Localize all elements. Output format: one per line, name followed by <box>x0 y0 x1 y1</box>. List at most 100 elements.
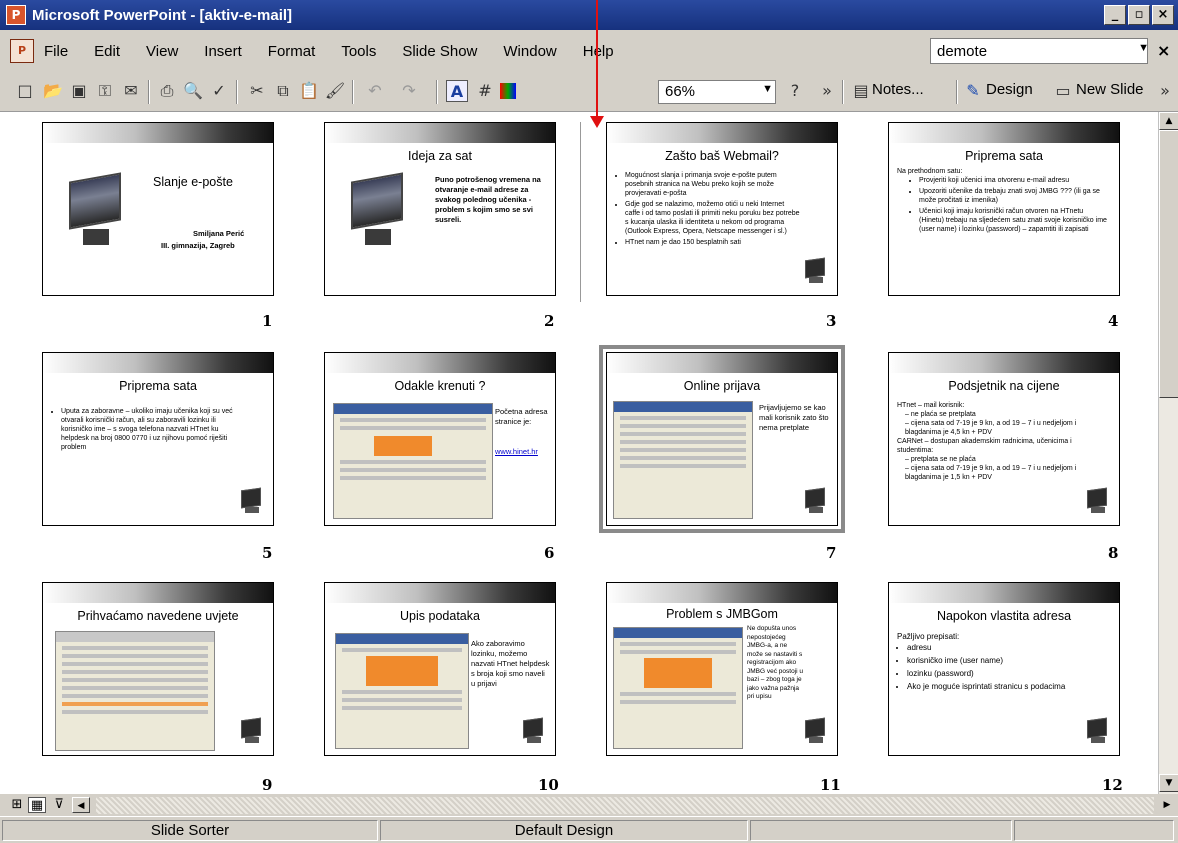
toolbar-overflow-icon[interactable]: » <box>816 80 838 102</box>
slide-number: 7 <box>826 544 837 562</box>
spelling-icon[interactable]: ✓ <box>208 80 230 102</box>
notes-button[interactable]: Notes... <box>872 81 924 98</box>
undo-icon[interactable]: ↶ <box>364 80 386 102</box>
slide-subbullet: – cijena sata od 7-19 je 9 kn, a od 19 –… <box>905 465 1077 481</box>
slide-link: www.hinet.hr <box>495 447 538 456</box>
close-document-button[interactable]: × <box>1157 41 1170 60</box>
toolbar-overflow-icon[interactable]: » <box>1154 80 1176 102</box>
slide-intro: Na prethodnom satu: <box>897 168 963 175</box>
slide-thumbnail-11[interactable]: Problem s JMBGom Ne dopušta unos neposto… <box>606 582 838 756</box>
slide-title: Online prijava <box>683 379 761 393</box>
grid-icon[interactable]: # <box>474 80 496 102</box>
print-preview-icon[interactable]: 🔍 <box>182 80 204 102</box>
slide-thumbnail-5[interactable]: Priprema sata Uputa za zaboravne – ukoli… <box>42 352 274 526</box>
maximize-button[interactable]: ▫ <box>1128 5 1150 25</box>
slide-title: Zašto baš Webmail? <box>665 149 779 163</box>
slide-title: Priprema sata <box>965 149 1043 163</box>
slide-number: 11 <box>820 776 841 794</box>
color-grayscale-icon[interactable] <box>500 83 516 99</box>
slide-thumbnail-10[interactable]: Upis podataka Ako zaboravimo lozinku, mo… <box>324 582 556 756</box>
new-slide-button[interactable]: New Slide <box>1076 81 1144 98</box>
menu-help[interactable]: Help <box>583 43 614 60</box>
cut-icon[interactable]: ✂ <box>246 80 268 102</box>
scroll-down-icon[interactable]: ▼ <box>1159 774 1178 792</box>
help-search-input[interactable]: demote ▼ <box>930 38 1149 64</box>
monitor-icon <box>523 717 545 745</box>
design-button[interactable]: Design <box>986 81 1033 98</box>
slide-subbullet: – ne plaća se pretplata <box>905 411 976 418</box>
scroll-left-icon[interactable]: ◀ <box>72 797 90 813</box>
horizontal-scrollbar[interactable] <box>96 797 1154 814</box>
zoom-select[interactable]: 66% ▼ <box>658 80 776 104</box>
slide-thumbnail-9[interactable]: Prihvaćamo navedene uvjete <box>42 582 274 756</box>
normal-view-icon[interactable]: ⊞ <box>8 797 26 813</box>
screenshot-image <box>55 631 215 751</box>
menu-format[interactable]: Format <box>268 43 316 60</box>
menu-window[interactable]: Window <box>503 43 556 60</box>
notes-icon[interactable]: ▤ <box>850 80 872 102</box>
slide-title: Napokon vlastita adresa <box>936 609 1072 623</box>
slide-bullet: HTnet nam je dao 150 besplatnih sati <box>625 238 801 247</box>
status-design: Default Design <box>380 820 748 841</box>
slide-thumbnail-12[interactable]: Napokon vlastita adresa Pažljivo prepisa… <box>888 582 1120 756</box>
slide-side-text: Početna adresa stranice je: <box>495 407 548 426</box>
scroll-right-icon[interactable]: ▶ <box>1158 797 1176 813</box>
slide-thumbnail-4[interactable]: Priprema sata Na prethodnom satu: Provje… <box>888 122 1120 296</box>
powerpoint-app-icon[interactable]: P <box>6 5 26 25</box>
monitor-icon <box>59 167 125 257</box>
paste-icon[interactable]: 📋 <box>298 80 320 102</box>
scroll-thumb[interactable] <box>1159 130 1178 398</box>
copy-icon[interactable]: ⧉ <box>272 80 294 102</box>
slide-bullet: Provjeriti koji učenici ima otvorenu e-m… <box>919 176 1109 185</box>
slide-title: Priprema sata <box>119 379 197 393</box>
slide-title: Podsjetnik na cijene <box>948 379 1060 393</box>
slide-bullet: CARNet – dostupan akademskim radnicima, … <box>897 438 1072 454</box>
slide-title: Upis podataka <box>400 609 480 623</box>
show-formatting-icon[interactable]: A <box>446 80 468 102</box>
help-icon[interactable]: ? <box>784 80 806 102</box>
status-empty <box>750 820 1012 841</box>
vertical-scrollbar[interactable]: ▲ ▼ <box>1158 112 1178 794</box>
slide-show-view-icon[interactable]: ⊽ <box>50 797 68 813</box>
scroll-up-icon[interactable]: ▲ <box>1159 112 1178 130</box>
annotation-arrow <box>596 0 598 116</box>
save-icon[interactable]: ▣ <box>68 80 90 102</box>
menu-insert[interactable]: Insert <box>204 43 242 60</box>
annotation-arrowhead <box>590 116 604 128</box>
slide-thumbnail-2[interactable]: Ideja za sat Puno potrošenog vremena na … <box>324 122 556 296</box>
new-slide-icon[interactable]: ▭ <box>1052 80 1074 102</box>
slide-thumbnail-1[interactable]: Slanje e-pošte Smiljana Perić III. gimna… <box>42 122 274 296</box>
chevron-down-icon[interactable]: ▼ <box>1138 42 1149 54</box>
menu-view[interactable]: View <box>146 43 178 60</box>
menu-file[interactable]: File <box>44 43 68 60</box>
open-icon[interactable]: 📂 <box>42 80 64 102</box>
menu-edit[interactable]: Edit <box>94 43 120 60</box>
view-bar: ⊞ ▦ ⊽ ◀ ▶ <box>0 794 1178 816</box>
slide-number: 8 <box>1108 544 1119 562</box>
slide-number: 3 <box>826 312 837 330</box>
format-painter-icon[interactable]: 🖌 <box>324 80 346 102</box>
print-icon[interactable]: ⎙ <box>156 80 178 102</box>
permission-icon[interactable]: ⚿ <box>94 80 116 102</box>
redo-icon[interactable]: ↷ <box>398 80 420 102</box>
document-icon[interactable]: P <box>10 39 34 63</box>
slide-bullet: korisničko ime (user name) <box>907 655 1109 666</box>
slide-bullet: Mogućnost slanja i primanja svoje e-pošt… <box>625 171 801 198</box>
design-icon[interactable]: ✎ <box>962 80 984 102</box>
close-button[interactable]: × <box>1152 5 1174 25</box>
slide-thumbnail-7[interactable]: Online prijava Prijavljujemo se kao mali… <box>599 345 845 533</box>
slide-sorter-view-icon[interactable]: ▦ <box>28 797 46 813</box>
new-icon[interactable]: □ <box>14 80 36 102</box>
menu-slide-show[interactable]: Slide Show <box>402 43 477 60</box>
slide-thumbnail-8[interactable]: Podsjetnik na cijene HTnet – mail korisn… <box>888 352 1120 526</box>
email-icon[interactable]: ✉ <box>120 80 142 102</box>
screenshot-image <box>333 403 493 519</box>
chevron-down-icon[interactable]: ▼ <box>762 83 773 95</box>
slide-school: III. gimnazija, Zagreb <box>161 241 235 250</box>
menu-tools[interactable]: Tools <box>341 43 376 60</box>
slide-thumbnail-3[interactable]: Zašto baš Webmail? Mogućnost slanja i pr… <box>606 122 838 296</box>
slide-thumbnail-6[interactable]: Odakle krenuti ? Početna adresa stranice… <box>324 352 556 526</box>
minimize-button[interactable]: _ <box>1104 5 1126 25</box>
help-search-value: demote <box>937 42 988 60</box>
monitor-icon <box>1087 717 1109 745</box>
